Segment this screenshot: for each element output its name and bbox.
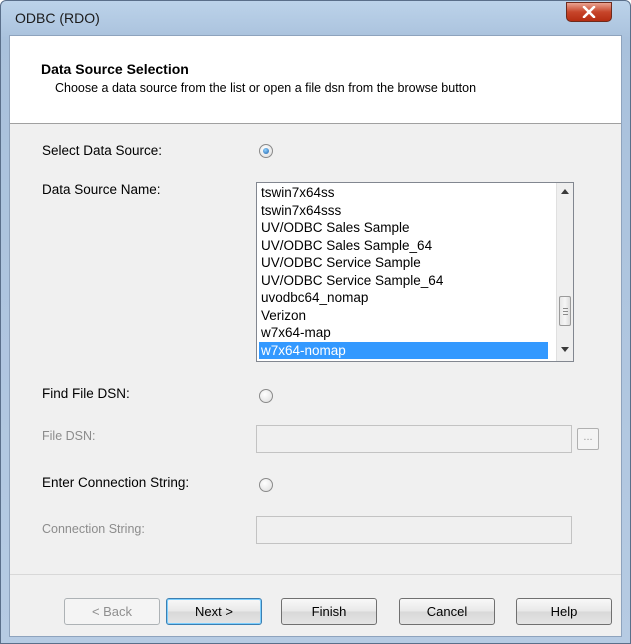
help-button[interactable]: Help	[516, 598, 612, 625]
enter-connection-string-radio[interactable]	[259, 478, 273, 492]
file-dsn-label: File DSN:	[42, 429, 96, 443]
data-source-name-label: Data Source Name:	[42, 182, 161, 197]
grip-line	[563, 314, 568, 315]
scroll-up-button[interactable]	[557, 183, 573, 200]
find-file-dsn-radio[interactable]	[259, 389, 273, 403]
list-item[interactable]: tswin7x64sss	[259, 202, 548, 220]
connection-string-label: Connection String:	[42, 522, 145, 536]
dialog-client-area: Data Source Selection Choose a data sour…	[9, 35, 622, 637]
list-item-selected[interactable]: w7x64-nomap	[259, 341, 548, 359]
browse-button[interactable]: ...	[577, 428, 599, 450]
connection-string-input[interactable]	[256, 516, 572, 544]
header-title: Data Source Selection	[41, 61, 189, 77]
find-file-dsn-label: Find File DSN:	[42, 386, 130, 401]
list-item[interactable]: w7x64-map	[259, 324, 548, 342]
list-item[interactable]: tswin7x64ss	[259, 184, 548, 202]
dialog-window: ODBC (RDO) Data Source Selection Choose …	[0, 0, 631, 644]
data-source-list: tswin7x64ss tswin7x64sss UV/ODBC Sales S…	[259, 184, 548, 359]
list-item[interactable]: UV/ODBC Service Sample	[259, 254, 548, 272]
list-item[interactable]: UV/ODBC Sales Sample_64	[259, 237, 548, 255]
close-button[interactable]	[566, 2, 612, 22]
select-data-source-label: Select Data Source:	[42, 143, 163, 158]
file-dsn-input[interactable]	[256, 425, 572, 453]
close-icon	[582, 6, 596, 18]
footer-divider	[10, 574, 621, 575]
list-item[interactable]: UV/ODBC Sales Sample	[259, 219, 548, 237]
back-button[interactable]: < Back	[64, 598, 160, 625]
finish-button[interactable]: Finish	[281, 598, 377, 625]
list-item[interactable]: UV/ODBC Service Sample_64	[259, 272, 548, 290]
header-description: Choose a data source from the list or op…	[55, 81, 477, 95]
wizard-header: Data Source Selection Choose a data sour…	[10, 36, 621, 124]
chevron-up-icon	[561, 189, 569, 194]
grip-line	[563, 308, 568, 309]
scroll-down-button[interactable]	[557, 341, 573, 358]
scroll-thumb[interactable]	[559, 296, 571, 326]
list-item[interactable]: uvodbc64_nomap	[259, 289, 548, 307]
cancel-button[interactable]: Cancel	[399, 598, 495, 625]
chevron-down-icon	[561, 347, 569, 352]
listbox-scrollbar[interactable]	[556, 183, 573, 361]
grip-line	[563, 311, 568, 312]
list-item[interactable]: Verizon	[259, 307, 548, 325]
select-data-source-radio[interactable]	[259, 144, 273, 158]
title-bar[interactable]: ODBC (RDO)	[1, 1, 630, 35]
next-button[interactable]: Next >	[166, 598, 262, 625]
data-source-listbox[interactable]: tswin7x64ss tswin7x64sss UV/ODBC Sales S…	[256, 182, 574, 362]
window-title: ODBC (RDO)	[15, 10, 100, 26]
enter-connection-string-label: Enter Connection String:	[42, 475, 190, 490]
